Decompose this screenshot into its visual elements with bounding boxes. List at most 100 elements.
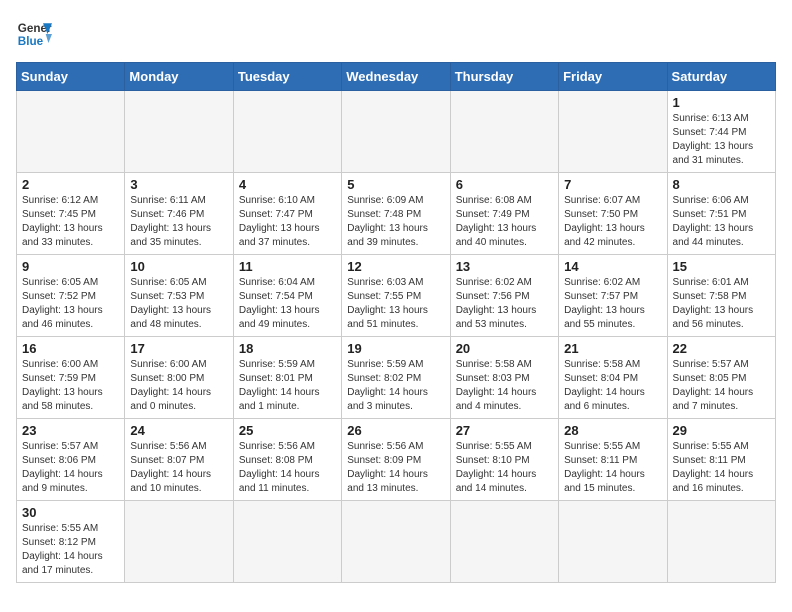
day-number: 20 bbox=[456, 341, 553, 356]
day-number: 19 bbox=[347, 341, 444, 356]
calendar-day-cell bbox=[233, 91, 341, 173]
weekday-header: Saturday bbox=[667, 63, 775, 91]
day-info: Sunrise: 6:07 AMSunset: 7:50 PMDaylight:… bbox=[564, 194, 661, 250]
day-info: Sunrise: 6:11 AMSunset: 7:46 PMDaylight:… bbox=[130, 194, 227, 250]
calendar-day-cell: 5 Sunrise: 6:09 AMSunset: 7:48 PMDaylight… bbox=[342, 173, 450, 255]
day-info: Sunrise: 5:57 AMSunset: 8:05 PMDaylight:… bbox=[673, 358, 770, 414]
calendar-day-cell: 22 Sunrise: 5:57 AMSunset: 8:05 PMDayligh… bbox=[667, 337, 775, 419]
day-number: 24 bbox=[130, 423, 227, 438]
weekday-header: Thursday bbox=[450, 63, 558, 91]
weekday-header: Sunday bbox=[17, 63, 125, 91]
day-info: Sunrise: 5:55 AMSunset: 8:10 PMDaylight:… bbox=[456, 440, 553, 496]
weekday-header: Wednesday bbox=[342, 63, 450, 91]
day-info: Sunrise: 5:59 AMSunset: 8:02 PMDaylight:… bbox=[347, 358, 444, 414]
calendar-day-cell bbox=[17, 91, 125, 173]
calendar-week-row: 16 Sunrise: 6:00 AMSunset: 7:59 PMDayligh… bbox=[17, 337, 776, 419]
day-info: Sunrise: 5:56 AMSunset: 8:08 PMDaylight:… bbox=[239, 440, 336, 496]
calendar-day-cell: 28 Sunrise: 5:55 AMSunset: 8:11 PMDayligh… bbox=[559, 419, 667, 501]
calendar-day-cell: 14Sunrise: 6:02 AMSunset: 7:57 PMDayligh… bbox=[559, 255, 667, 337]
weekday-header: Tuesday bbox=[233, 63, 341, 91]
day-info: Sunrise: 5:58 AMSunset: 8:04 PMDaylight:… bbox=[564, 358, 661, 414]
day-info: Sunrise: 6:06 AMSunset: 7:51 PMDaylight:… bbox=[673, 194, 770, 250]
day-number: 2 bbox=[22, 177, 119, 192]
day-number: 28 bbox=[564, 423, 661, 438]
day-number: 5 bbox=[347, 177, 444, 192]
day-info: Sunrise: 6:03 AMSunset: 7:55 PMDaylight:… bbox=[347, 276, 444, 332]
calendar-day-cell: 26 Sunrise: 5:56 AMSunset: 8:09 PMDayligh… bbox=[342, 419, 450, 501]
calendar-day-cell: 20 Sunrise: 5:58 AMSunset: 8:03 PMDayligh… bbox=[450, 337, 558, 419]
calendar-day-cell bbox=[667, 501, 775, 583]
calendar-day-cell bbox=[342, 501, 450, 583]
weekday-header: Friday bbox=[559, 63, 667, 91]
calendar-day-cell bbox=[450, 91, 558, 173]
calendar-week-row: 1Sunrise: 6:13 AMSunset: 7:44 PMDaylight… bbox=[17, 91, 776, 173]
calendar-day-cell bbox=[559, 501, 667, 583]
calendar-day-cell: 6 Sunrise: 6:08 AMSunset: 7:49 PMDaylight… bbox=[450, 173, 558, 255]
calendar-week-row: 23 Sunrise: 5:57 AMSunset: 8:06 PMDayligh… bbox=[17, 419, 776, 501]
calendar-week-row: 9Sunrise: 6:05 AMSunset: 7:52 PMDaylight… bbox=[17, 255, 776, 337]
logo: General Blue bbox=[16, 16, 52, 52]
day-info: Sunrise: 5:56 AMSunset: 8:07 PMDaylight:… bbox=[130, 440, 227, 496]
calendar-day-cell bbox=[125, 91, 233, 173]
calendar-day-cell: 8 Sunrise: 6:06 AMSunset: 7:51 PMDaylight… bbox=[667, 173, 775, 255]
day-number: 16 bbox=[22, 341, 119, 356]
day-number: 21 bbox=[564, 341, 661, 356]
calendar-day-cell: 29Sunrise: 5:55 AMSunset: 8:11 PMDayligh… bbox=[667, 419, 775, 501]
day-number: 8 bbox=[673, 177, 770, 192]
calendar-day-cell bbox=[342, 91, 450, 173]
day-number: 22 bbox=[673, 341, 770, 356]
calendar-week-row: 2 Sunrise: 6:12 AMSunset: 7:45 PMDaylight… bbox=[17, 173, 776, 255]
calendar-header-row: SundayMondayTuesdayWednesdayThursdayFrid… bbox=[17, 63, 776, 91]
day-info: Sunrise: 5:58 AMSunset: 8:03 PMDaylight:… bbox=[456, 358, 553, 414]
calendar-day-cell: 24 Sunrise: 5:56 AMSunset: 8:07 PMDayligh… bbox=[125, 419, 233, 501]
calendar-day-cell: 30Sunrise: 5:55 AMSunset: 8:12 PMDayligh… bbox=[17, 501, 125, 583]
calendar-day-cell: 19 Sunrise: 5:59 AMSunset: 8:02 PMDayligh… bbox=[342, 337, 450, 419]
day-info: Sunrise: 6:12 AMSunset: 7:45 PMDaylight:… bbox=[22, 194, 119, 250]
calendar-day-cell: 7 Sunrise: 6:07 AMSunset: 7:50 PMDaylight… bbox=[559, 173, 667, 255]
day-number: 4 bbox=[239, 177, 336, 192]
calendar-day-cell: 11Sunrise: 6:04 AMSunset: 7:54 PMDayligh… bbox=[233, 255, 341, 337]
calendar-day-cell: 4Sunrise: 6:10 AMSunset: 7:47 PMDaylight… bbox=[233, 173, 341, 255]
calendar-day-cell: 21 Sunrise: 5:58 AMSunset: 8:04 PMDayligh… bbox=[559, 337, 667, 419]
day-number: 23 bbox=[22, 423, 119, 438]
logo-icon: General Blue bbox=[16, 16, 52, 52]
weekday-header: Monday bbox=[125, 63, 233, 91]
day-number: 13 bbox=[456, 259, 553, 274]
day-number: 30 bbox=[22, 505, 119, 520]
calendar-day-cell bbox=[450, 501, 558, 583]
day-info: Sunrise: 6:00 AMSunset: 7:59 PMDaylight:… bbox=[22, 358, 119, 414]
day-info: Sunrise: 6:01 AMSunset: 7:58 PMDaylight:… bbox=[673, 276, 770, 332]
calendar-day-cell: 10Sunrise: 6:05 AMSunset: 7:53 PMDayligh… bbox=[125, 255, 233, 337]
day-number: 26 bbox=[347, 423, 444, 438]
calendar-day-cell bbox=[233, 501, 341, 583]
page-header: General Blue bbox=[16, 16, 776, 52]
day-info: Sunrise: 6:02 AMSunset: 7:56 PMDaylight:… bbox=[456, 276, 553, 332]
day-info: Sunrise: 6:13 AMSunset: 7:44 PMDaylight:… bbox=[673, 112, 770, 168]
calendar-day-cell: 12 Sunrise: 6:03 AMSunset: 7:55 PMDayligh… bbox=[342, 255, 450, 337]
svg-text:Blue: Blue bbox=[18, 35, 44, 48]
day-number: 27 bbox=[456, 423, 553, 438]
day-info: Sunrise: 5:55 AMSunset: 8:11 PMDaylight:… bbox=[564, 440, 661, 496]
calendar-day-cell: 2 Sunrise: 6:12 AMSunset: 7:45 PMDaylight… bbox=[17, 173, 125, 255]
day-number: 11 bbox=[239, 259, 336, 274]
day-info: Sunrise: 6:05 AMSunset: 7:53 PMDaylight:… bbox=[130, 276, 227, 332]
day-info: Sunrise: 6:09 AMSunset: 7:48 PMDaylight:… bbox=[347, 194, 444, 250]
calendar-day-cell: 23 Sunrise: 5:57 AMSunset: 8:06 PMDayligh… bbox=[17, 419, 125, 501]
day-info: Sunrise: 5:56 AMSunset: 8:09 PMDaylight:… bbox=[347, 440, 444, 496]
calendar-day-cell: 13 Sunrise: 6:02 AMSunset: 7:56 PMDayligh… bbox=[450, 255, 558, 337]
calendar-week-row: 30Sunrise: 5:55 AMSunset: 8:12 PMDayligh… bbox=[17, 501, 776, 583]
calendar-day-cell: 9Sunrise: 6:05 AMSunset: 7:52 PMDaylight… bbox=[17, 255, 125, 337]
day-number: 12 bbox=[347, 259, 444, 274]
day-number: 6 bbox=[456, 177, 553, 192]
day-number: 29 bbox=[673, 423, 770, 438]
day-info: Sunrise: 5:59 AMSunset: 8:01 PMDaylight:… bbox=[239, 358, 336, 414]
day-number: 17 bbox=[130, 341, 227, 356]
day-info: Sunrise: 6:08 AMSunset: 7:49 PMDaylight:… bbox=[456, 194, 553, 250]
calendar-day-cell: 18Sunrise: 5:59 AMSunset: 8:01 PMDayligh… bbox=[233, 337, 341, 419]
calendar-day-cell: 17Sunrise: 6:00 AMSunset: 8:00 PMDayligh… bbox=[125, 337, 233, 419]
day-info: Sunrise: 5:57 AMSunset: 8:06 PMDaylight:… bbox=[22, 440, 119, 496]
day-number: 7 bbox=[564, 177, 661, 192]
day-info: Sunrise: 6:02 AMSunset: 7:57 PMDaylight:… bbox=[564, 276, 661, 332]
calendar-day-cell: 16 Sunrise: 6:00 AMSunset: 7:59 PMDayligh… bbox=[17, 337, 125, 419]
day-number: 9 bbox=[22, 259, 119, 274]
